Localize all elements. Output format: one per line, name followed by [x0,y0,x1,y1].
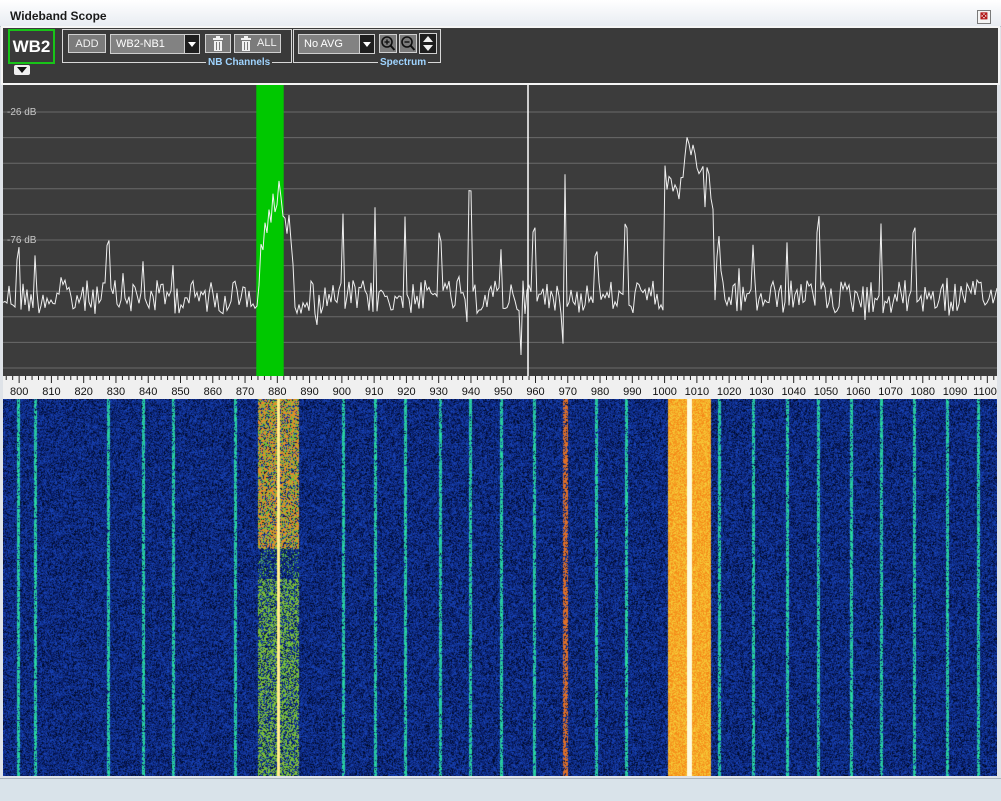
delete-all-label: ALL [257,37,277,49]
averaging-select-value: No AVG [304,38,343,50]
delete-channel-button[interactable] [205,34,231,53]
zoom-out-icon [401,36,416,51]
frequency-tick-label: 1040 [781,386,805,398]
frequency-tick-label: 860 [204,386,222,398]
frequency-tick-label: 840 [139,386,157,398]
nb-channel-highlight[interactable] [256,85,284,376]
status-bar [0,778,1001,801]
frequency-tick-label: 1010 [685,386,709,398]
frequency-tick-label: 940 [462,386,480,398]
averaging-select[interactable]: No AVG [298,34,375,54]
frequency-tick-label: 1080 [911,386,935,398]
frequency-tick-label: 890 [300,386,318,398]
frequency-tick-label: 1070 [878,386,902,398]
spectrum-plot[interactable]: -26 dB -76 dB [3,85,997,376]
delete-all-channels-button[interactable]: ALL [234,34,281,53]
frequency-tick-label: 1100 [973,386,997,398]
frequency-tick-label: 1000 [652,386,676,398]
frequency-tick-label: 1030 [749,386,773,398]
trash-icon [213,36,223,51]
frequency-tick-label: 820 [75,386,93,398]
frequency-tick-label: 920 [397,386,415,398]
title-bar: Wideband Scope ⊠ [0,0,1001,27]
add-channel-button[interactable]: ADD [68,34,106,53]
frequency-tick-label: 900 [333,386,351,398]
wideband-scope-window: Wideband Scope ⊠ WB2 ADD WB2-NB1 ALL NB … [0,0,1001,801]
close-button[interactable]: ⊠ [977,10,991,24]
window-title: Wideband Scope [10,9,107,23]
frequency-tick-label: 980 [591,386,609,398]
chevron-down-icon [17,67,27,73]
chevron-down-icon [184,35,199,53]
frequency-tick-label: 930 [430,386,448,398]
spectrum-background [3,85,997,376]
frequency-tick-label: 910 [365,386,383,398]
waterfall-display[interactable] [3,399,997,776]
channel-select-value: WB2-NB1 [116,38,165,50]
zoom-out-button[interactable] [399,34,417,53]
spectrum-group: No AVG Spectrum [293,29,441,69]
nb-channels-group-label: NB Channels [206,57,273,69]
frequency-axis[interactable]: 800 810 820 830 840 850 860 870 880 890 900 910 920 9… [3,376,997,399]
channel-select[interactable]: WB2-NB1 [110,34,200,54]
frequency-tick-label: 1060 [846,386,870,398]
frequency-tick-label: 960 [526,386,544,398]
waterfall-canvas [3,399,997,776]
frequency-tick-label: 810 [42,386,60,398]
zoom-in-icon [381,36,396,51]
frequency-tick-label: 870 [236,386,254,398]
spectrum-group-label: Spectrum [378,57,429,69]
frequency-tick-label: 880 [268,386,286,398]
frequency-tick-label: 850 [171,386,189,398]
trash-icon [241,36,251,51]
up-down-arrows-icon [423,36,433,51]
db-label-mid: -76 dB [7,235,37,246]
frequency-tick-label: 1020 [717,386,741,398]
nb-channels-group: ADD WB2-NB1 ALL NB Channels [62,29,292,69]
wideband-dropdown-button[interactable] [14,65,30,75]
chevron-down-icon [359,35,374,53]
frequency-tick-label: 1050 [814,386,838,398]
frequency-tick-label: 1090 [943,386,967,398]
level-spinner[interactable] [419,33,437,54]
frequency-tick-label: 830 [107,386,125,398]
frequency-tick-label: 970 [559,386,577,398]
frequency-tick-label: 800 [10,386,28,398]
zoom-in-button[interactable] [379,34,397,53]
frequency-tick-label: 950 [494,386,512,398]
frequency-tick-label: 990 [623,386,641,398]
db-label-top: -26 dB [7,107,37,118]
toolbar: WB2 ADD WB2-NB1 ALL NB Channels No AVG S… [1,26,1000,85]
wideband-label: WB2 [8,29,55,64]
